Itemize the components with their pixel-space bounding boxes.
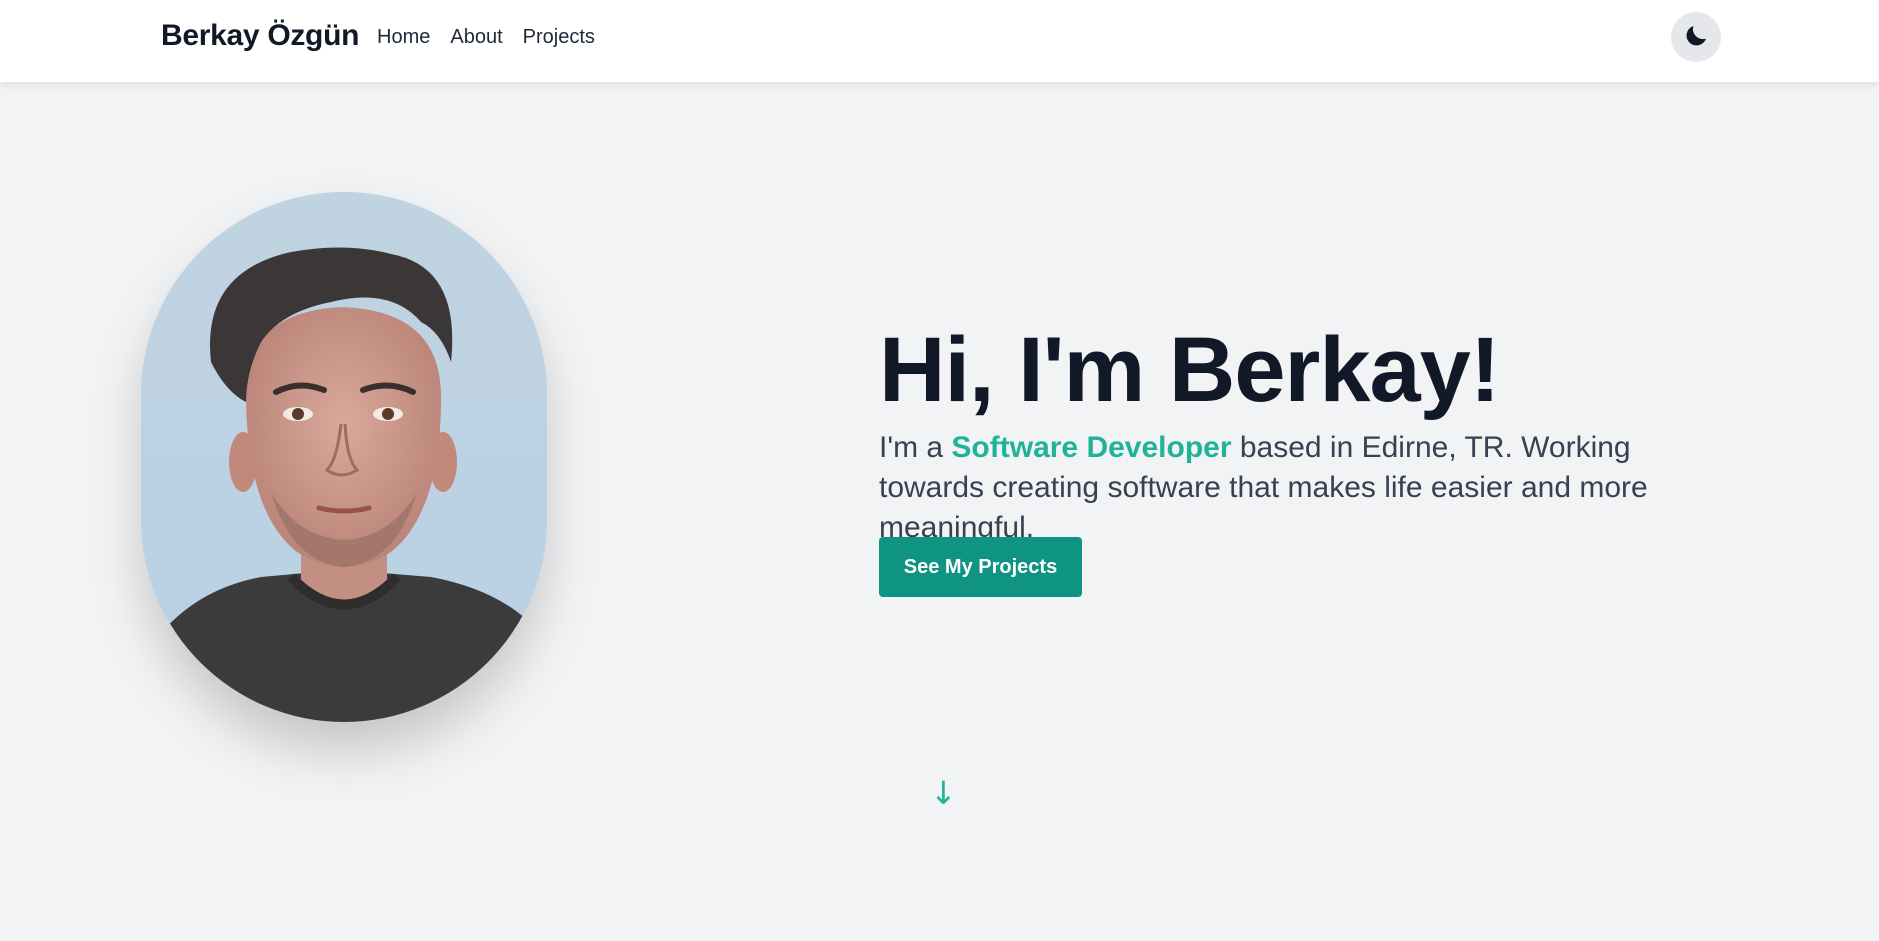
theme-toggle-button[interactable] xyxy=(1671,12,1721,62)
role-highlight: Software Developer xyxy=(951,431,1232,464)
nav-links: Home About Projects xyxy=(377,26,595,49)
desc-prefix: I'm a xyxy=(879,431,952,464)
hero-title: Hi, I'm Berkay! xyxy=(879,319,1500,421)
see-projects-button[interactable]: See My Projects xyxy=(879,537,1082,597)
scroll-down-arrow-icon[interactable]: ↓ xyxy=(930,774,957,812)
navbar: Berkay Özgün Home About Projects xyxy=(0,0,1879,82)
nav-home[interactable]: Home xyxy=(377,26,430,49)
nav-about[interactable]: About xyxy=(450,26,502,49)
hero-text: Hi, I'm Berkay! I'm a Software Developer… xyxy=(879,318,1739,548)
moon-icon xyxy=(1682,22,1710,53)
hero-description: I'm a Software Developer based in Edirne… xyxy=(879,428,1739,548)
nav-projects[interactable]: Projects xyxy=(523,26,595,49)
brand-logo[interactable]: Berkay Özgün xyxy=(161,19,359,53)
profile-photo xyxy=(141,192,547,722)
